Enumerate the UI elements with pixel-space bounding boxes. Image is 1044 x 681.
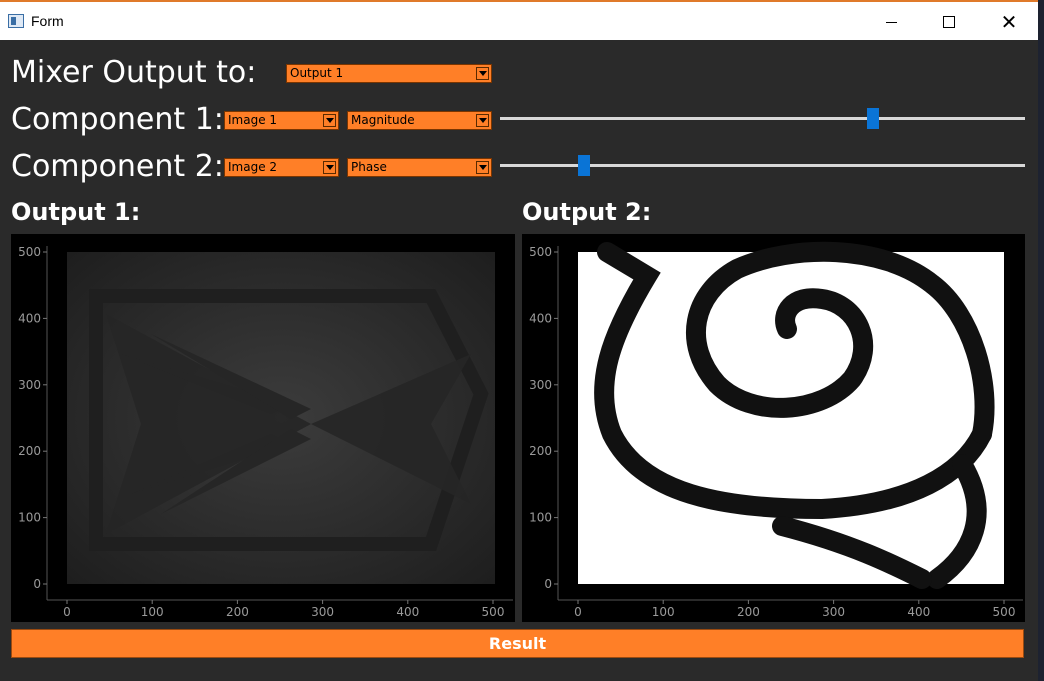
component-1-label: Component 1: [11, 102, 224, 137]
component-1-slider[interactable] [500, 107, 1025, 131]
mixer-output-label: Mixer Output to: [11, 55, 257, 90]
window-title: Form [31, 13, 64, 29]
minimize-icon [885, 21, 897, 23]
output-1-canvas: 0 100 200 300 400 500 500 400 300 200 100 0 [18, 245, 513, 619]
component-1-image-select[interactable]: Image 1 [224, 111, 339, 130]
x-tick-label: 300 [822, 605, 845, 619]
x-tick-label: 200 [226, 605, 249, 619]
component-1-image-value: Image 1 [228, 113, 278, 127]
window-titlebar: Form ✕ [0, 0, 1038, 40]
output-2-canvas: 0 100 200 300 400 500 500 400 300 200 100 0 [529, 241, 1023, 619]
y-tick-label: 200 [18, 444, 41, 458]
x-tick-label: 0 [574, 605, 582, 619]
y-tick-label: 100 [529, 511, 552, 525]
component-2-label: Component 2: [11, 149, 224, 184]
x-tick-label: 300 [311, 605, 334, 619]
x-tick-label: 0 [63, 605, 71, 619]
chevron-down-icon [476, 161, 489, 174]
x-tick-label: 100 [141, 605, 164, 619]
maximize-button[interactable] [920, 4, 978, 40]
component-2-image-value: Image 2 [228, 160, 278, 174]
chevron-down-icon [323, 161, 336, 174]
x-tick-label: 100 [652, 605, 675, 619]
mixer-output-select-value: Output 1 [290, 66, 344, 80]
chevron-down-icon [323, 114, 336, 127]
x-tick-label: 400 [907, 605, 930, 619]
result-button[interactable]: Result [11, 629, 1024, 658]
component-2-image-select[interactable]: Image 2 [224, 158, 339, 177]
y-tick-label: 300 [529, 378, 552, 392]
y-tick-label: 500 [529, 245, 552, 259]
y-tick-label: 0 [33, 577, 41, 591]
slider-handle[interactable] [866, 108, 879, 129]
component-2-mode-select[interactable]: Phase [347, 158, 492, 177]
component-1-mode-select[interactable]: Magnitude [347, 111, 492, 130]
chevron-down-icon [476, 114, 489, 127]
y-tick-label: 0 [544, 577, 552, 591]
background-strip [1038, 0, 1044, 681]
output-2-title: Output 2: [522, 198, 652, 226]
y-tick-label: 400 [18, 311, 41, 325]
component-2-slider[interactable] [500, 154, 1025, 178]
y-tick-label: 500 [18, 245, 41, 259]
mixer-output-select[interactable]: Output 1 [286, 64, 492, 83]
form-body: Mixer Output to: Output 1 Component 1: I… [0, 40, 1038, 681]
slider-handle[interactable] [578, 155, 590, 176]
x-tick-label: 200 [737, 605, 760, 619]
chevron-down-icon [476, 67, 489, 80]
maximize-icon [943, 16, 955, 28]
output-1-title: Output 1: [11, 198, 141, 226]
app-window-icon [8, 14, 24, 28]
output-2-plot[interactable]: 0 100 200 300 400 500 500 400 300 200 100 0 [522, 234, 1025, 622]
output-1-plot[interactable]: 0 100 200 300 400 500 500 400 300 200 100 0 [11, 234, 515, 622]
component-1-mode-value: Magnitude [351, 113, 415, 127]
y-tick-label: 400 [529, 311, 552, 325]
x-tick-label: 500 [482, 605, 505, 619]
close-icon: ✕ [1000, 10, 1018, 34]
x-tick-label: 500 [993, 605, 1016, 619]
close-button[interactable]: ✕ [980, 4, 1038, 40]
component-2-mode-value: Phase [351, 160, 387, 174]
x-tick-label: 400 [396, 605, 419, 619]
y-tick-label: 300 [18, 378, 41, 392]
slider-track [500, 117, 1025, 120]
y-tick-label: 100 [18, 511, 41, 525]
minimize-button[interactable] [862, 4, 920, 40]
y-tick-label: 200 [529, 444, 552, 458]
